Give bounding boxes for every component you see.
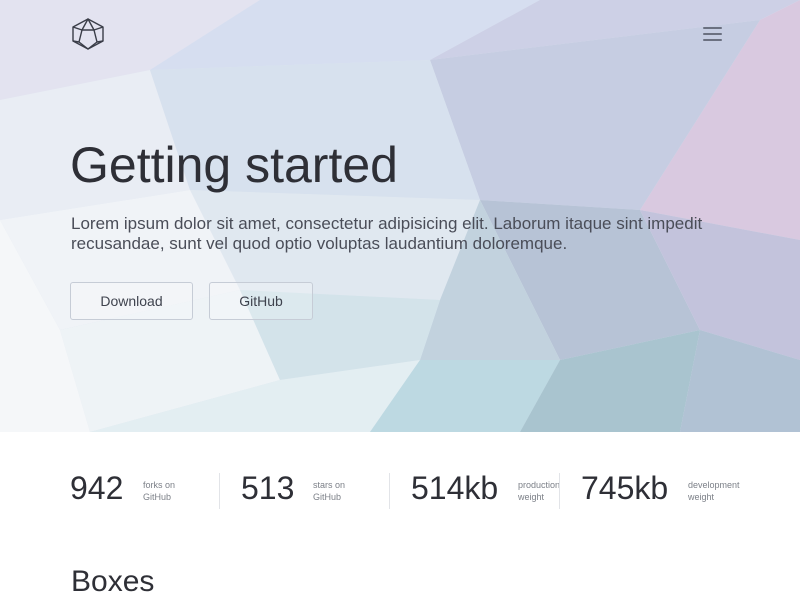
- stat-label: production weight: [518, 479, 580, 503]
- download-button[interactable]: Download: [70, 282, 193, 320]
- stat-label-line: stars on: [313, 480, 346, 490]
- stat-label-line: GitHub: [143, 492, 172, 502]
- menu-line: [703, 33, 722, 35]
- stat-divider: [219, 473, 220, 509]
- stat-value: 942: [70, 470, 124, 506]
- stat-divider: [389, 473, 390, 509]
- stat-label-line: production: [518, 480, 561, 490]
- stat-label-line: GitHub: [313, 492, 342, 502]
- stat-label-line: weight: [518, 492, 545, 502]
- page-title: Getting started: [70, 137, 398, 193]
- hero-section: Getting started Lorem ipsum dolor sit am…: [0, 0, 800, 432]
- hamburger-menu-icon[interactable]: [699, 24, 727, 44]
- stat-label-line: weight: [688, 492, 715, 502]
- stat-label-line: development: [688, 480, 740, 490]
- stat-label: forks on GitHub: [143, 479, 205, 503]
- boxes-section-title: Boxes: [71, 565, 155, 598]
- github-button[interactable]: GitHub: [209, 282, 313, 320]
- stat-value: 513: [241, 470, 295, 506]
- stat-value: 514kb: [411, 470, 499, 506]
- menu-line: [703, 27, 722, 29]
- stat-value: 745kb: [581, 470, 669, 506]
- stat-label: development weight: [688, 479, 750, 503]
- stat-label-line: forks on: [143, 480, 176, 490]
- hero-description: Lorem ipsum dolor sit amet, consectetur …: [71, 214, 703, 253]
- logo-icon[interactable]: [70, 17, 106, 51]
- stat-divider: [559, 473, 560, 509]
- stat-label: stars on GitHub: [313, 479, 375, 503]
- menu-line: [703, 39, 722, 41]
